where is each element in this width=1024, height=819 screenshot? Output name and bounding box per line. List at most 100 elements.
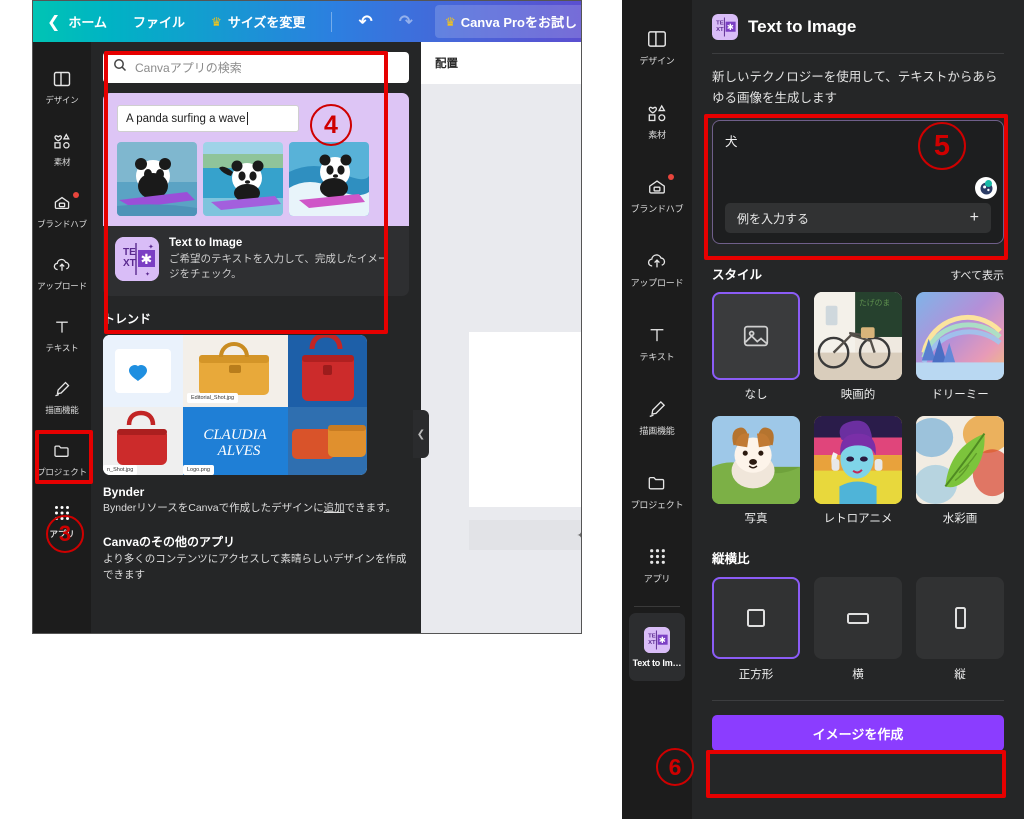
sidebar-item-projects[interactable]: プロジェクト [622, 454, 692, 528]
file-label: ファイル [133, 15, 186, 30]
sidebar-item-draw[interactable]: 描画機能 [622, 380, 692, 454]
style-thumbnail [916, 416, 1004, 505]
square-icon [747, 609, 765, 628]
file-menu-button[interactable]: ファイル [133, 12, 185, 31]
image-placeholder-icon [743, 326, 769, 347]
sidebar-label: プロジェクト [630, 499, 684, 510]
sidebar-item-projects[interactable]: プロジェクト [33, 428, 91, 490]
redo-arrow-icon: ↷ [398, 11, 413, 31]
sidebar-item-text[interactable]: テキスト [33, 304, 91, 366]
sidebar-item-elements[interactable]: 素材 [622, 84, 692, 158]
portrait-icon [955, 607, 966, 630]
sidebar-item-uploads[interactable]: アップロード [622, 232, 692, 306]
style-show-all-link[interactable]: すべて表示 [950, 267, 1004, 283]
svg-text:TE: TE [123, 247, 136, 258]
sidebar-item-brandhub[interactable]: ブランドハブ [33, 180, 91, 242]
redo-button[interactable]: ↷ [399, 12, 413, 32]
brand-icon [646, 176, 668, 198]
aspect-box [712, 577, 800, 660]
aspect-option-landscape[interactable]: 横 [814, 577, 902, 682]
panel-header: TE XT ✱ Text to Image [712, 14, 1004, 40]
style-option-photo[interactable]: 写真 [712, 416, 800, 526]
aspect-heading: 縦横比 [712, 552, 750, 567]
app-search-input[interactable]: Canvaアプリの検索 [103, 52, 409, 83]
canvas-page[interactable] [469, 332, 581, 507]
text-caret [246, 112, 248, 125]
sidebar-item-elements[interactable]: 素材 [33, 118, 91, 180]
style-option-none[interactable]: なし [712, 292, 800, 402]
sidebar-item-design[interactable]: デザイン [622, 10, 692, 84]
style-label: 水彩画 [942, 513, 978, 526]
sparkle-wave-icon: ✦∿ [577, 529, 581, 542]
bynder-trend-card[interactable]: Editorial_Shot.jpg n_Shot.jpg CLAUDIA AL… [103, 335, 367, 476]
featured-app-hero: A panda surfing a wave [103, 93, 409, 226]
left-screenshot: ❮ ホーム ファイル ♛ サイズを変更 ↶ ↷ ♛ Canva Proをお試し … [32, 0, 582, 634]
style-option-watercolor[interactable]: 水彩画 [916, 416, 1004, 526]
canva-pro-trial-button[interactable]: ♛ Canva Proをお試し [434, 5, 581, 38]
svg-text:✱: ✱ [141, 251, 153, 267]
sidebar-label: 素材 [648, 129, 666, 140]
style-thumbnail [712, 416, 800, 505]
position-button[interactable]: 配置 [435, 55, 458, 71]
crown-icon: ♛ [444, 14, 456, 29]
aspect-section-header: 縦横比 [712, 548, 1004, 567]
editor-topbar: ❮ ホーム ファイル ♛ サイズを変更 ↶ ↷ ♛ Canva Proをお試し [33, 1, 581, 42]
assistant-badge-icon[interactable] [975, 177, 997, 200]
home-label: ホーム [68, 15, 108, 30]
step-marker-6: 6 [656, 748, 694, 786]
sidebar-item-draw[interactable]: 描画機能 [33, 366, 91, 428]
aspect-option-square[interactable]: 正方形 [712, 577, 800, 682]
logo-line-2: ALVES [217, 443, 261, 459]
panel-collapse-toggle[interactable]: ❮ [413, 410, 429, 458]
notification-dot-icon [668, 174, 674, 180]
example-prompt-button[interactable]: 例を入力する + [725, 203, 991, 234]
sidebar-item-apps[interactable]: アプリ [622, 528, 692, 602]
trend-tile-orange-bag [288, 407, 367, 476]
shapes-icon [646, 102, 668, 124]
sidebar-label: 描画機能 [639, 425, 675, 436]
undo-button[interactable]: ↶ [358, 12, 372, 32]
style-option-dreamy[interactable]: ドリーミー [916, 292, 1004, 402]
sidebar-label: デザイン [45, 95, 79, 105]
style-option-cinematic[interactable]: たげのま 映画的 [814, 292, 902, 402]
style-option-retro-anime[interactable]: レトロアニメ [814, 416, 902, 526]
aspect-box [916, 577, 1004, 660]
step-marker-4: 4 [310, 104, 352, 146]
hero-prompt-field[interactable]: A panda surfing a wave [117, 105, 299, 132]
trend-tile-red-bag: n_Shot.jpg [103, 407, 183, 476]
sidebar-item-text-to-image[interactable]: TE XT ✱ Text to Im… [629, 613, 685, 681]
chevron-left-icon: ❮ [416, 428, 426, 440]
sidebar-item-brandhub[interactable]: ブランドハブ [622, 158, 692, 232]
aspect-ratio-grid: 正方形 横 縦 [712, 577, 1004, 682]
home-button[interactable]: ❮ ホーム [47, 12, 107, 32]
cloud-upload-icon [51, 254, 73, 276]
aspect-label: 横 [852, 669, 864, 682]
sidebar-label: 素材 [53, 157, 71, 167]
sidebar-item-design[interactable]: デザイン [33, 56, 91, 118]
editor-canvas-area: 配置 ✦∿ ❮ [413, 42, 581, 633]
aspect-option-portrait[interactable]: 縦 [916, 577, 1004, 682]
trend-tile-label: n_Shot.jpg [103, 465, 138, 476]
step-marker-5: 5 [918, 122, 966, 170]
generate-image-label: イメージを作成 [812, 726, 904, 742]
toolbar-divider [331, 11, 333, 32]
sidebar-label: デザイン [639, 55, 675, 66]
resize-button[interactable]: ♛ サイズを変更 [211, 12, 305, 31]
undo-arrow-icon: ↶ [358, 11, 373, 31]
cloud-upload-icon [646, 250, 668, 272]
bynder-app-description: BynderリソースをCanvaで作成したデザインに追加できます。 [103, 501, 409, 517]
sidebar-item-text[interactable]: テキスト [622, 306, 692, 380]
trend-tile-red-bag-tall [288, 335, 367, 408]
canvas-toolbar: 配置 [421, 42, 581, 84]
other-apps-description: より多くのコンテンツにアクセスして素晴らしいデザインを作成できます [103, 553, 407, 581]
step-label: 5 [933, 129, 951, 162]
bynder-desc-link[interactable]: 追加 [324, 502, 345, 514]
style-label: 映画的 [840, 389, 876, 402]
panda-thumbnail [203, 142, 283, 216]
sidebar-item-uploads[interactable]: アップロード [33, 242, 91, 304]
generate-image-button[interactable]: イメージを作成 [712, 715, 1004, 752]
featured-app-card[interactable]: A panda surfing a wave TE XT ✱ ✦ ✦ Text … [103, 93, 409, 297]
step-marker-3: 3 [46, 515, 84, 553]
rail-divider [634, 606, 680, 607]
notification-dot-icon [73, 192, 79, 198]
